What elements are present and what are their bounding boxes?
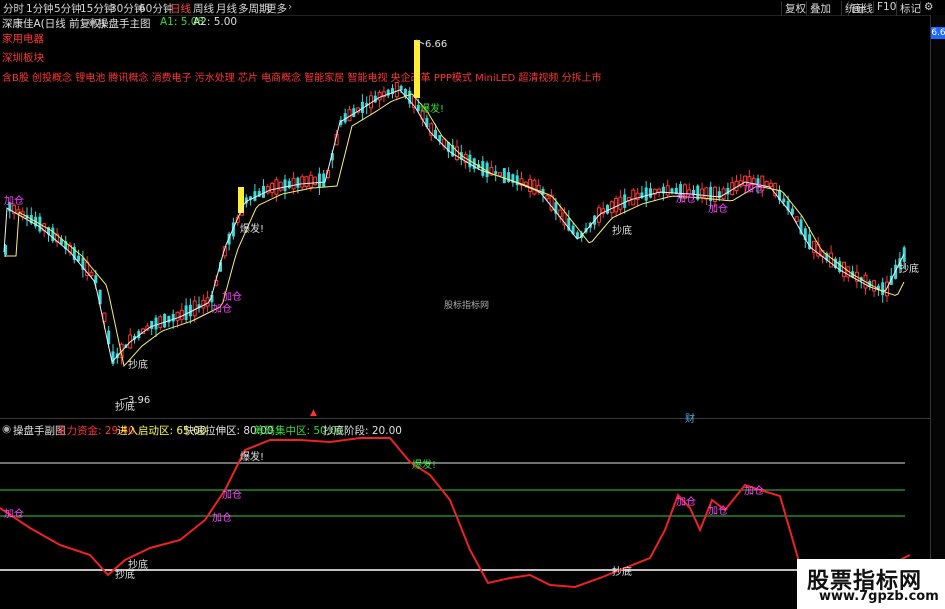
volume-marker-icon: ▲ — [310, 408, 317, 418]
candle-body — [253, 191, 257, 201]
candle-body — [631, 189, 636, 206]
candle-body — [649, 188, 652, 198]
candle-body — [304, 176, 309, 188]
candle-body — [308, 174, 313, 188]
sub-signal-10: 加仓 — [744, 486, 764, 497]
finance-marker[interactable]: 财 — [685, 410, 695, 425]
signal-chaodi-2: 抄底 — [115, 402, 135, 413]
signal-jiacang-3: 加仓 — [212, 304, 232, 315]
sub-chaodi: 抄底阶段: 20.00 — [323, 425, 402, 437]
candle-body — [158, 316, 163, 328]
candle-body — [175, 311, 180, 321]
candle-body — [300, 176, 305, 188]
signal-baofa-2: 爆发! — [420, 104, 445, 115]
candle-body — [545, 195, 550, 200]
site-watermark: 股票指标网 www.7gpzb.com — [797, 559, 945, 609]
candle-body — [782, 198, 786, 203]
candlestick-series — [4, 40, 906, 367]
candle-body — [606, 204, 609, 214]
high-price-label: 6.66 — [425, 39, 448, 50]
candle-body — [842, 261, 846, 278]
candle-body — [163, 313, 167, 328]
candle-body — [665, 185, 670, 196]
breakout-bar — [238, 187, 244, 213]
candle-body — [502, 168, 506, 184]
candle-body — [179, 309, 184, 320]
signal-chaodi-3: 抄底 — [612, 226, 632, 237]
sub-signal-9: 加仓 — [708, 506, 728, 517]
candle-body — [394, 81, 399, 98]
candle-body — [287, 180, 291, 189]
candle-body — [291, 177, 296, 190]
sub-signal-6: 抄底 — [115, 570, 135, 581]
candle-body — [188, 304, 192, 317]
candle-body — [274, 179, 279, 195]
candle-body — [717, 191, 721, 199]
candle-body — [296, 177, 300, 188]
candle-body — [614, 197, 619, 213]
candle-body — [609, 201, 614, 214]
watermark-url: www.7gpzb.com — [819, 589, 939, 604]
candle-body — [270, 182, 275, 193]
candle-body — [881, 282, 885, 296]
candle-body — [154, 317, 158, 330]
candle-body — [278, 181, 283, 191]
candle-body — [528, 178, 533, 192]
candle-body — [794, 216, 799, 222]
signal-baofa-1: 爆发! — [240, 224, 265, 235]
sub-signal-8: 加仓 — [676, 497, 696, 508]
candle-body — [192, 300, 197, 317]
candle-body — [768, 182, 773, 188]
candle-body — [455, 146, 459, 161]
pane-divider — [0, 418, 930, 419]
candle-body — [494, 171, 498, 175]
candle-body — [532, 179, 537, 195]
sub-signal-1: 加仓 — [4, 509, 24, 520]
signal-jiacang-5: 加仓 — [708, 204, 728, 215]
breakout-bar — [414, 40, 420, 98]
candle-body — [262, 185, 265, 198]
candle-body — [829, 252, 834, 268]
candle-body — [201, 299, 206, 309]
signal-jiacang-4: 加仓 — [676, 194, 696, 205]
sub-signal-7: 爆发! — [412, 460, 437, 471]
sub-template-icon[interactable]: ◉ — [2, 423, 11, 435]
sub-signal-4: 加仓 — [212, 513, 232, 524]
candle-body — [89, 271, 94, 277]
signal-chaodi-1: 抄底 — [128, 360, 148, 371]
candle-body — [623, 194, 627, 208]
signal-jiacang-6: 加仓 — [744, 184, 764, 195]
center-watermark: 股标指标网 — [444, 301, 490, 311]
candle-body — [498, 172, 502, 177]
candle-body — [171, 314, 175, 322]
ma-line-white — [3, 89, 905, 364]
candle-body — [184, 305, 188, 321]
candle-body — [700, 188, 705, 198]
signal-jiacang-1: 加仓 — [4, 196, 24, 207]
candle-body — [507, 172, 511, 182]
sub-signal-2: 加仓 — [222, 490, 242, 501]
candle-body — [313, 176, 318, 186]
candle-body — [704, 187, 709, 200]
candle-body — [618, 196, 623, 210]
candle-body — [377, 92, 382, 101]
candle-body — [322, 173, 326, 187]
candle-body — [283, 179, 287, 192]
sub-signal-3: 爆发! — [240, 452, 265, 463]
candle-body — [644, 187, 648, 201]
sub-signal-11: 抄底 — [612, 567, 632, 578]
ma-line-yellow — [4, 93, 905, 368]
signal-chaodi-4: 抄底 — [899, 264, 919, 275]
candle-body — [317, 173, 321, 188]
candle-body — [150, 320, 154, 329]
candle-body — [657, 188, 662, 193]
